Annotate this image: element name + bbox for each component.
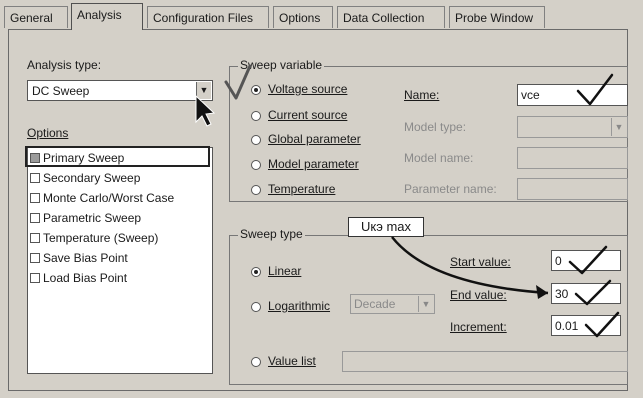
chevron-down-icon[interactable]: ▼ — [611, 118, 626, 136]
option-load-bias-point[interactable]: Load Bias Point — [30, 268, 127, 288]
option-label: Temperature (Sweep) — [43, 231, 159, 245]
radio-voltage-source[interactable] — [251, 85, 261, 95]
model-type-label: Model type: — [404, 120, 467, 134]
start-value: 0 — [555, 254, 562, 268]
tab-analysis[interactable]: Analysis — [71, 3, 143, 30]
checkbox-icon[interactable] — [30, 273, 40, 283]
logarithmic-label: Logarithmic — [268, 299, 331, 313]
checkbox-icon[interactable] — [30, 173, 40, 183]
model-parameter-label: Model parameter — [268, 157, 359, 171]
radio-value-list[interactable] — [251, 357, 261, 367]
parameter-name-label: Parameter name: — [404, 182, 497, 196]
option-temperature-sweep[interactable]: Temperature (Sweep) — [30, 228, 158, 248]
name-label: Name: — [404, 88, 440, 102]
analysis-type-select[interactable]: DC Sweep ▼ — [27, 80, 213, 101]
name-field[interactable]: vce — [517, 84, 628, 106]
end-value: 30 — [555, 287, 569, 301]
end-value-label: End value: — [450, 288, 507, 302]
log-scale-value: Decade — [354, 297, 396, 311]
parameter-name-field[interactable] — [517, 178, 628, 200]
radio-global-parameter[interactable] — [251, 135, 261, 145]
checkbox-icon[interactable] — [30, 193, 40, 203]
tab-data-collection[interactable]: Data Collection — [337, 6, 445, 28]
log-scale-select[interactable]: Decade ▼ — [350, 294, 435, 314]
value-list-label: Value list — [268, 354, 316, 368]
tab-strip: General Analysis Configuration Files Opt… — [0, 0, 643, 30]
model-name-label: Model name: — [404, 151, 474, 165]
options-label: Options — [27, 126, 69, 140]
option-label: Parametric Sweep — [43, 211, 142, 225]
value-list-field[interactable] — [342, 351, 628, 372]
sweep-variable-title: Sweep variable — [238, 58, 325, 72]
option-parametric-sweep[interactable]: Parametric Sweep — [30, 208, 141, 228]
chevron-down-icon[interactable]: ▼ — [418, 296, 433, 312]
linear-label: Linear — [268, 264, 302, 278]
option-monte-carlo[interactable]: Monte Carlo/Worst Case — [30, 188, 174, 208]
analysis-type-value: DC Sweep — [32, 84, 90, 98]
option-label: Load Bias Point — [43, 271, 128, 285]
checkbox-icon[interactable] — [30, 213, 40, 223]
tab-general[interactable]: General — [4, 6, 68, 28]
radio-current-source[interactable] — [251, 111, 261, 121]
options-list: Primary Sweep Secondary Sweep Monte Carl… — [27, 147, 213, 374]
dialog-window: General Analysis Configuration Files Opt… — [0, 0, 643, 398]
checkbox-icon[interactable] — [30, 233, 40, 243]
name-value: vce — [521, 88, 540, 102]
option-save-bias-point[interactable]: Save Bias Point — [30, 248, 128, 268]
chevron-down-icon[interactable]: ▼ — [196, 82, 211, 99]
tab-options[interactable]: Options — [273, 6, 333, 28]
voltage-source-label: Voltage source — [268, 82, 348, 96]
tab-probe-window[interactable]: Probe Window — [449, 6, 545, 28]
radio-linear[interactable] — [251, 267, 261, 277]
end-value-field[interactable]: 30 — [551, 283, 621, 304]
checkbox-icon[interactable] — [30, 253, 40, 263]
model-type-select[interactable]: ▼ — [517, 116, 628, 138]
start-value-label: Start value: — [450, 255, 511, 269]
option-label: Monte Carlo/Worst Case — [43, 191, 175, 205]
radio-logarithmic[interactable] — [251, 302, 261, 312]
current-source-label: Current source — [268, 108, 348, 122]
start-value-field[interactable]: 0 — [551, 250, 621, 271]
analysis-type-label: Analysis type: — [27, 58, 102, 72]
increment-field[interactable]: 0.01 — [551, 315, 621, 336]
global-parameter-label: Global parameter — [268, 132, 361, 146]
radio-temperature[interactable] — [251, 185, 261, 195]
option-label: Save Bias Point — [43, 251, 128, 265]
option-secondary-sweep[interactable]: Secondary Sweep — [30, 168, 140, 188]
increment-label: Increment: — [450, 320, 507, 334]
option-label: Secondary Sweep — [43, 171, 141, 185]
radio-model-parameter[interactable] — [251, 160, 261, 170]
selected-option-highlight — [25, 146, 210, 167]
increment-value: 0.01 — [555, 319, 579, 333]
tab-configuration-files[interactable]: Configuration Files — [147, 6, 269, 28]
annotation-note: Uкэ max — [348, 217, 424, 237]
sweep-type-title: Sweep type — [238, 227, 305, 241]
temperature-label: Temperature — [268, 182, 336, 196]
model-name-field[interactable] — [517, 147, 628, 169]
